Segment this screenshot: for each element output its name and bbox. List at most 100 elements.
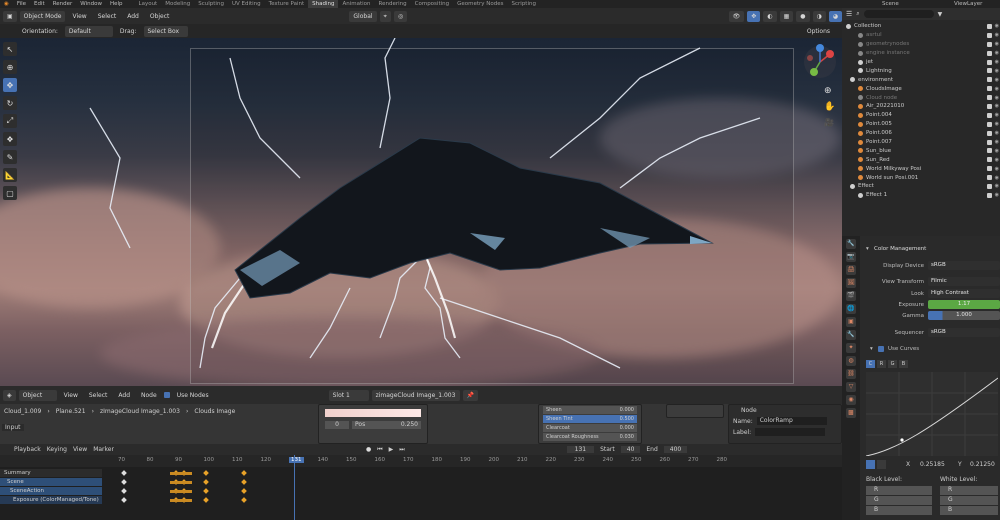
xray-icon[interactable]: ▦: [779, 10, 794, 22]
keyframe[interactable]: [241, 497, 247, 503]
black-b-field[interactable]: B: [866, 506, 932, 515]
add-cube-tool-icon[interactable]: ▢: [3, 186, 17, 200]
workspace-tab-geometry-nodes[interactable]: Geometry Nodes: [453, 0, 507, 8]
eye-icon[interactable]: ◉: [995, 59, 999, 65]
outliner-row[interactable]: environment ◉: [842, 75, 1000, 84]
3d-viewport[interactable]: [0, 38, 842, 386]
bsdf-input-row[interactable]: Clearcoat Roughness 0.030: [543, 433, 637, 441]
end-frame-field[interactable]: 400: [663, 446, 688, 453]
keyframe[interactable]: [241, 488, 247, 494]
eye-icon[interactable]: ◉: [995, 68, 999, 74]
outliner-row[interactable]: geometrynodes ◉: [842, 40, 1000, 49]
bsdf-input-row[interactable]: Sheen Tint 0.500: [543, 415, 637, 423]
keyframe[interactable]: [121, 497, 127, 503]
keyframe[interactable]: [203, 488, 209, 494]
playback-menu[interactable]: Playback: [14, 446, 41, 453]
exclude-checkbox[interactable]: [987, 148, 992, 154]
exclude-checkbox[interactable]: [987, 175, 992, 181]
transform-tool-icon[interactable]: ❖: [3, 132, 17, 146]
eye-icon[interactable]: ◉: [995, 86, 999, 92]
node-label-input[interactable]: [755, 428, 826, 436]
transform-orientation-dropdown[interactable]: Global: [349, 10, 377, 22]
tool-tab-icon[interactable]: 🔧: [846, 239, 856, 249]
outliner-row[interactable]: Sun_Red ◉: [842, 155, 1000, 164]
rotate-tool-icon[interactable]: ↻: [3, 96, 17, 110]
keyframe[interactable]: [203, 497, 209, 503]
view-layer-tab-icon[interactable]: 🖼: [846, 278, 856, 288]
workspace-tab-sculpting[interactable]: Sculpting: [194, 0, 228, 8]
channel-g-button[interactable]: G: [888, 360, 897, 368]
search-icon[interactable]: ⌕: [856, 10, 859, 18]
orientation-dropdown[interactable]: Default: [64, 25, 113, 37]
timeline-ruler[interactable]: 70 80 90 100 110 120 131 140 150 160 170 180 190 200 2…: [0, 455, 842, 467]
workspace-tab-shading[interactable]: Shading: [308, 0, 339, 8]
keying-menu[interactable]: Keying: [47, 446, 67, 453]
workspace-tab-layout[interactable]: Layout: [135, 0, 162, 8]
workspace-tab-texture-paint[interactable]: Texture Paint: [265, 0, 309, 8]
workspace-tab-uv-editing[interactable]: UV Editing: [228, 0, 265, 8]
use-nodes-checkbox[interactable]: [163, 392, 170, 398]
marker-menu[interactable]: Marker: [93, 446, 114, 453]
scene-tab-icon[interactable]: 🎬: [846, 291, 856, 301]
outliner-row[interactable]: Point.004 ◉: [842, 111, 1000, 120]
curve-graph[interactable]: [865, 372, 999, 457]
eye-icon[interactable]: ◉: [995, 130, 999, 136]
zoom-icon[interactable]: ⊕: [824, 86, 836, 98]
node-node-menu[interactable]: Node: [137, 390, 161, 401]
eye-icon[interactable]: ◉: [995, 139, 999, 145]
channel-r-button[interactable]: R: [877, 360, 886, 368]
exclude-checkbox[interactable]: [987, 59, 992, 65]
outliner-row[interactable]: Effect ◉: [842, 182, 1000, 191]
workspace-tab-modeling[interactable]: Modeling: [161, 0, 194, 8]
exclude-checkbox[interactable]: [987, 103, 992, 109]
breadcrumb-object[interactable]: Cloud_1.009: [4, 408, 41, 415]
menu-render[interactable]: Render: [49, 1, 77, 7]
keyframe[interactable]: [203, 479, 209, 485]
ramp-pos-field[interactable]: Pos 0.250: [352, 421, 421, 429]
object-tab-icon[interactable]: ▣: [846, 317, 856, 327]
particles-tab-icon[interactable]: ✦: [846, 343, 856, 353]
black-g-field[interactable]: G: [866, 496, 932, 505]
gamma-slider[interactable]: 1.000: [928, 311, 1000, 320]
exclude-checkbox[interactable]: [987, 86, 992, 92]
exclude-checkbox[interactable]: [987, 68, 992, 74]
scene-selector[interactable]: Scene: [878, 1, 950, 7]
node-name-input[interactable]: ColorRamp: [756, 417, 827, 425]
record-icon[interactable]: ●: [366, 446, 371, 453]
use-curves-checkbox[interactable]: [878, 346, 884, 352]
outliner-search-input[interactable]: [863, 10, 934, 18]
material-tab-icon[interactable]: ◉: [846, 395, 856, 405]
breadcrumb-mesh[interactable]: Plane.521: [56, 408, 86, 415]
exclude-checkbox[interactable]: [987, 192, 992, 198]
playhead[interactable]: [294, 455, 295, 520]
select-tool-icon[interactable]: ↖: [3, 42, 17, 56]
keyframe[interactable]: [121, 488, 127, 494]
menu-file[interactable]: File: [13, 1, 30, 7]
eye-icon[interactable]: ◉: [995, 166, 999, 172]
outliner-row[interactable]: jet ◉: [842, 58, 1000, 67]
exclude-checkbox[interactable]: [987, 121, 992, 127]
overlay-icon[interactable]: ◐: [763, 10, 777, 22]
eye-icon[interactable]: ◉: [995, 148, 999, 154]
curve-tool-icon[interactable]: [866, 460, 875, 469]
outliner-row[interactable]: Collection ◉: [842, 22, 1000, 31]
color-management-header[interactable]: ▾ Color Management: [860, 244, 1000, 254]
play-icon[interactable]: ▶: [389, 446, 394, 453]
annotate-tool-icon[interactable]: ✎: [3, 150, 17, 164]
add-menu[interactable]: Add: [123, 11, 143, 22]
eye-icon[interactable]: ◉: [995, 32, 999, 38]
bsdf-input-row[interactable]: Clearcoat 0.000: [543, 424, 637, 432]
object-menu[interactable]: Object: [146, 11, 174, 22]
blender-logo-icon[interactable]: ◉: [0, 1, 13, 7]
texture-tab-icon[interactable]: ▩: [846, 408, 856, 418]
dopesheet-area[interactable]: Summary Scene SceneAction Exposure (ColorMa…: [0, 467, 842, 520]
black-r-field[interactable]: R: [866, 486, 932, 495]
eye-icon[interactable]: ◉: [995, 121, 999, 127]
outliner-row[interactable]: Point.007 ◉: [842, 138, 1000, 147]
shading-material-icon[interactable]: ◑: [812, 10, 826, 22]
eye-icon[interactable]: ◉: [995, 77, 999, 83]
constraints-tab-icon[interactable]: ⛓: [846, 369, 856, 379]
outliner-row[interactable]: Lightning ◉: [842, 66, 1000, 75]
eye-icon[interactable]: ◉: [995, 50, 999, 56]
exclude-checkbox[interactable]: [987, 112, 992, 118]
